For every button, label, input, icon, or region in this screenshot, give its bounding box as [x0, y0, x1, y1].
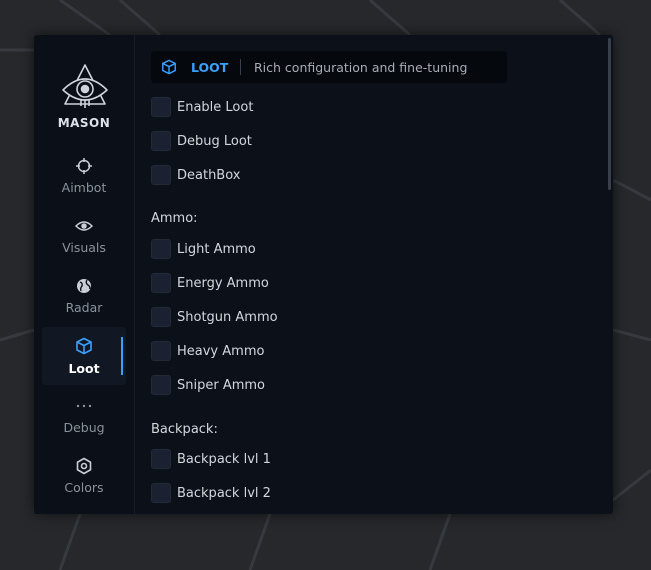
checkbox-box[interactable]: [151, 483, 171, 503]
checkbox-label: Energy Ammo: [177, 276, 269, 291]
sidebar-item-loot[interactable]: Loot: [42, 327, 126, 385]
backpack-section-title: Backpack:: [151, 422, 218, 437]
checkbox-label: Enable Loot: [177, 100, 254, 115]
checkbox-box[interactable]: [151, 165, 171, 185]
sidebar-item-label: Radar: [65, 300, 103, 315]
cog-icon: [76, 457, 92, 475]
ellipsis-icon: [76, 404, 92, 408]
sidebar: MASON Aimbot Visuals Radar Loot Debug Co…: [34, 35, 135, 514]
checkbox-label: Backpack lvl 1: [177, 452, 271, 467]
sidebar-item-aimbot[interactable]: Aimbot: [42, 153, 126, 211]
checkbox-box[interactable]: [151, 341, 171, 361]
sidebar-item-radar[interactable]: Radar: [42, 273, 126, 331]
content-panel: LOOT Rich configuration and fine-tuning …: [135, 35, 613, 514]
section-subtitle: Rich configuration and fine-tuning: [254, 60, 468, 75]
app-window: MASON Aimbot Visuals Radar Loot Debug Co…: [34, 35, 613, 514]
sidebar-item-debug[interactable]: Debug: [42, 393, 126, 451]
crosshair-icon: [76, 158, 92, 174]
checkbox-label: Light Ammo: [177, 242, 256, 257]
sidebar-item-label: Visuals: [62, 240, 106, 255]
active-indicator: [121, 337, 123, 375]
checkbox-label: DeathBox: [177, 168, 241, 183]
checkbox-box[interactable]: [151, 239, 171, 259]
header-divider: [240, 59, 241, 75]
cube-icon: [162, 59, 176, 75]
sidebar-item-label: Colors: [64, 480, 104, 495]
scrollbar[interactable]: [608, 38, 611, 190]
checkbox-label: Sniper Ammo: [177, 378, 266, 393]
sidebar-item-visuals[interactable]: Visuals: [42, 213, 126, 271]
checkbox-label: Heavy Ammo: [177, 344, 265, 359]
cube-icon: [76, 337, 92, 355]
eye-triangle-icon: [62, 64, 108, 108]
eye-icon: [75, 221, 93, 231]
checkbox-label: Backpack lvl 2: [177, 486, 271, 501]
ammo-section-title: Ammo:: [151, 211, 198, 226]
section-header: LOOT Rich configuration and fine-tuning: [151, 51, 507, 83]
sidebar-item-label: Loot: [68, 361, 100, 376]
checkbox-box[interactable]: [151, 375, 171, 395]
checkbox-box[interactable]: [151, 449, 171, 469]
checkbox-label: Shotgun Ammo: [177, 310, 278, 325]
sidebar-item-colors[interactable]: Colors: [42, 453, 126, 511]
sidebar-item-label: Aimbot: [61, 180, 107, 195]
section-title: LOOT: [191, 60, 229, 75]
sidebar-item-label: Debug: [63, 420, 105, 435]
checkbox-box[interactable]: [151, 131, 171, 151]
checkbox-box[interactable]: [151, 307, 171, 327]
checkbox-box[interactable]: [151, 97, 171, 117]
checkbox-label: Debug Loot: [177, 134, 252, 149]
checkbox-box[interactable]: [151, 273, 171, 293]
globe-icon: [77, 279, 91, 293]
brand-name: MASON: [57, 116, 111, 130]
